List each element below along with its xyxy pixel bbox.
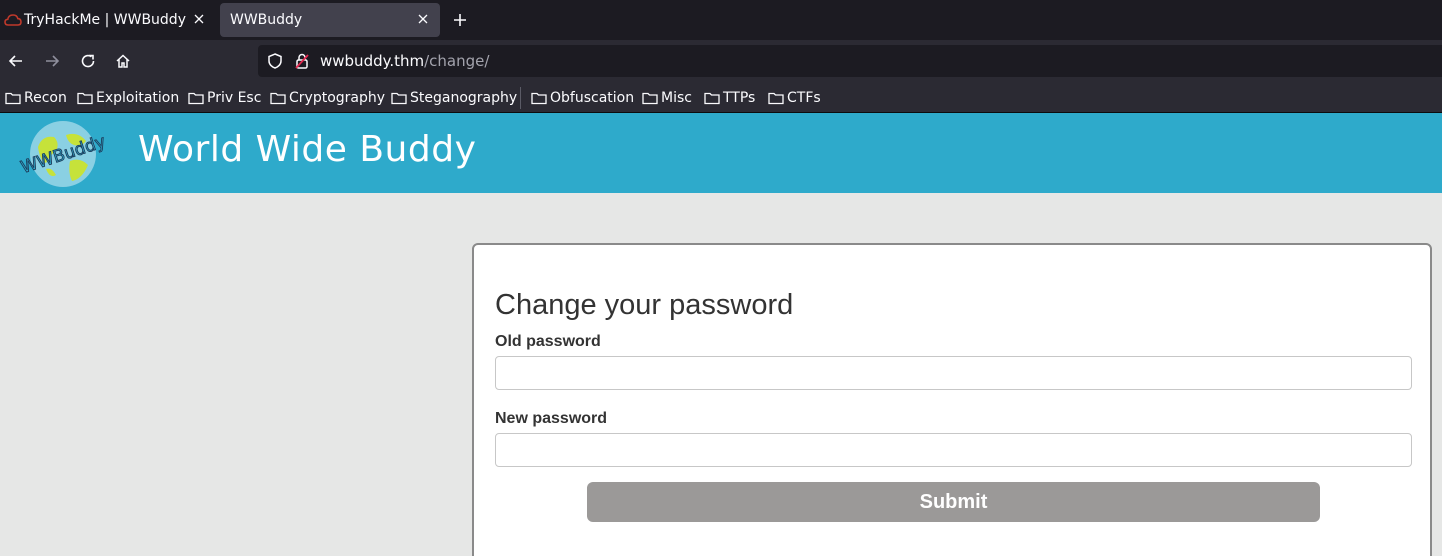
- address-bar[interactable]: wwbuddy.thm/change/: [258, 45, 1442, 77]
- folder-icon: [270, 92, 286, 105]
- tab-tryhackme[interactable]: TryHackMe | WWBuddy: [0, 3, 216, 37]
- plus-icon: [454, 14, 466, 26]
- tab-title: WWBuddy: [230, 12, 303, 28]
- bookmark-label: Obfuscation: [550, 90, 635, 106]
- change-password-card: Change your password Old password New pa…: [472, 243, 1432, 556]
- insecure-lock-icon[interactable]: [294, 52, 310, 74]
- bookmark-label: Misc: [661, 90, 692, 106]
- bookmark-priv-esc[interactable]: Priv Esc: [188, 88, 261, 108]
- url-host: wwbuddy.thm: [320, 52, 425, 70]
- reload-button[interactable]: [76, 49, 100, 73]
- url-path: /change/: [424, 52, 490, 70]
- forward-arrow-icon: [46, 55, 60, 67]
- bookmarks-toolbar: Recon Exploitation Priv Esc Cryptography…: [0, 82, 1442, 113]
- home-button[interactable]: [111, 49, 135, 73]
- folder-icon: [5, 92, 21, 105]
- folder-icon: [531, 92, 547, 105]
- forward-button[interactable]: [40, 49, 64, 73]
- submit-button[interactable]: Submit: [587, 482, 1320, 522]
- shield-icon[interactable]: [266, 52, 284, 74]
- bookmark-ttps[interactable]: TTPs: [704, 88, 755, 108]
- bookmark-misc[interactable]: Misc: [642, 88, 692, 108]
- url-text[interactable]: wwbuddy.thm/change/: [320, 52, 489, 70]
- old-password-label: Old password: [495, 333, 601, 350]
- folder-icon: [77, 92, 93, 105]
- reload-icon: [81, 54, 95, 68]
- folder-icon: [704, 92, 720, 105]
- new-password-label: New password: [495, 410, 608, 427]
- new-tab-button[interactable]: [448, 8, 472, 32]
- tab-title: TryHackMe | WWBuddy: [24, 12, 186, 28]
- back-button[interactable]: [4, 49, 28, 73]
- tab-wwbuddy[interactable]: WWBuddy: [220, 3, 440, 37]
- bookmark-label: CTFs: [787, 90, 821, 106]
- bookmark-label: Steganography: [410, 90, 518, 106]
- folder-icon: [768, 92, 784, 105]
- close-icon[interactable]: [192, 12, 206, 26]
- old-password-field[interactable]: [495, 356, 1412, 390]
- bookmark-label: Exploitation: [96, 90, 180, 106]
- home-icon: [116, 54, 130, 68]
- bookmark-separator: [520, 87, 521, 109]
- bookmark-exploitation[interactable]: Exploitation: [77, 88, 179, 108]
- bookmark-steganography[interactable]: Steganography: [391, 88, 517, 108]
- bookmark-ctfs[interactable]: CTFs: [768, 88, 821, 108]
- bookmark-label: TTPs: [723, 90, 756, 106]
- nav-bar: wwbuddy.thm/change/: [0, 40, 1442, 82]
- site-title: World Wide Buddy: [138, 129, 477, 170]
- page-title: Change your password: [495, 289, 794, 321]
- back-arrow-icon: [8, 55, 22, 67]
- bookmark-cryptography[interactable]: Cryptography: [270, 88, 385, 108]
- bookmark-label: Cryptography: [289, 90, 386, 106]
- close-icon[interactable]: [416, 12, 430, 26]
- folder-icon: [642, 92, 658, 105]
- new-password-field[interactable]: [495, 433, 1412, 467]
- wwbuddy-logo[interactable]: WWBuddy: [16, 117, 110, 189]
- bookmark-recon[interactable]: Recon: [5, 88, 67, 108]
- tab-bar: TryHackMe | WWBuddy WWBuddy: [0, 0, 1442, 40]
- site-header: WWBuddy World Wide Buddy: [0, 113, 1442, 193]
- bookmark-label: Recon: [24, 90, 67, 106]
- bookmark-label: Priv Esc: [207, 90, 262, 106]
- tryhackme-icon: [4, 12, 22, 28]
- bookmark-obfuscation[interactable]: Obfuscation: [531, 88, 634, 108]
- folder-icon: [391, 92, 407, 105]
- folder-icon: [188, 92, 204, 105]
